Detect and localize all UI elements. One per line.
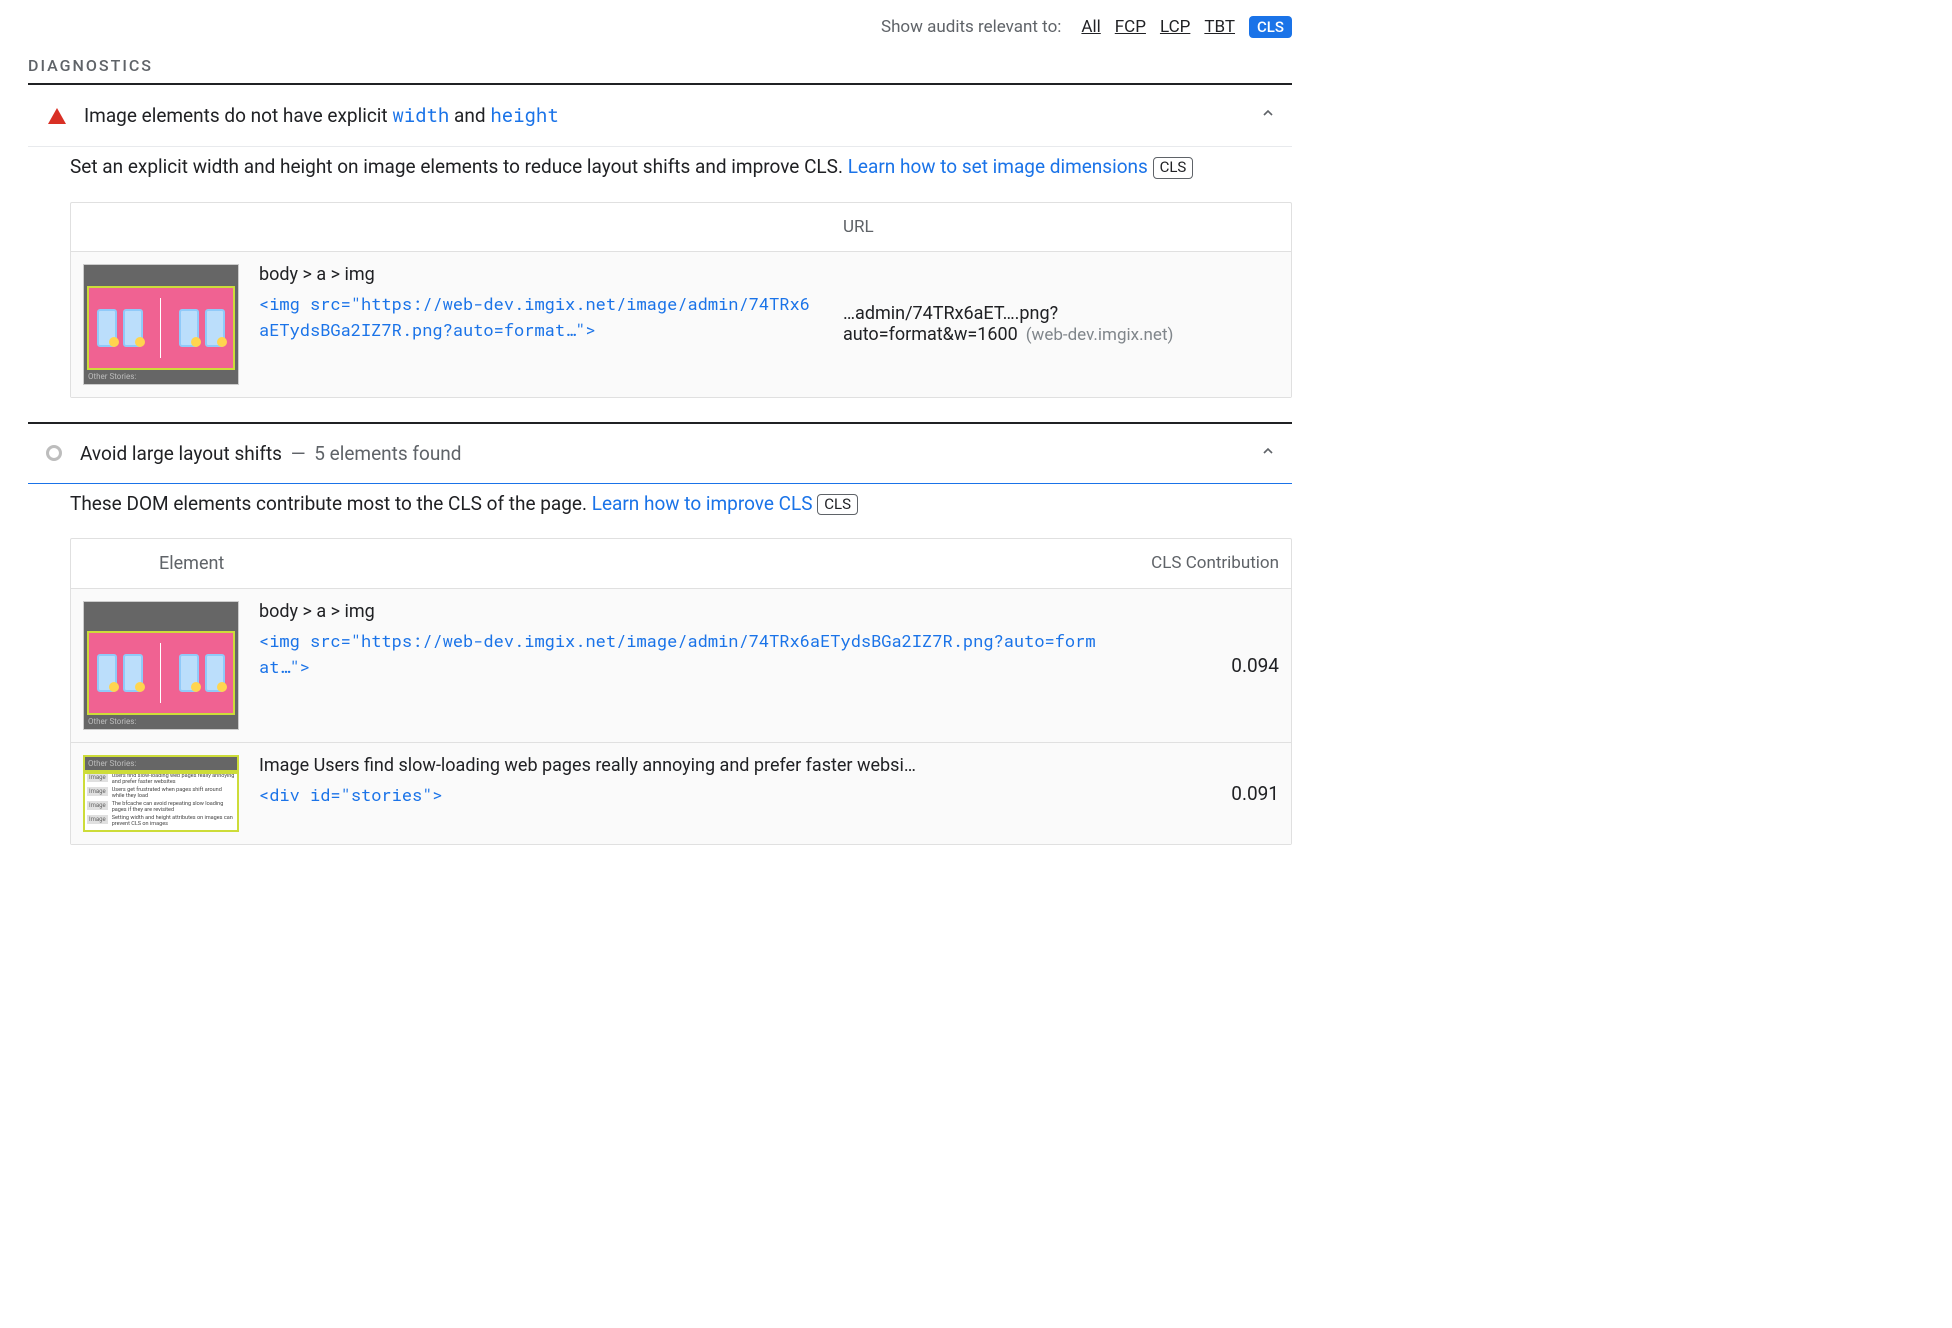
cls-value: 0.094: [1111, 589, 1291, 742]
audit-header-image-dimensions[interactable]: Image elements do not have explicit widt…: [28, 85, 1292, 146]
table-row: Other Stories: body > a > img <img src="…: [71, 588, 1291, 742]
diagnostics-heading: DIAGNOSTICS: [28, 56, 1292, 83]
audit-title-text: Avoid large layout shifts: [80, 442, 282, 465]
column-url: URL: [831, 203, 1291, 251]
element-thumbnail: Other Stories: ImageUsers find slow-load…: [83, 755, 239, 832]
element-thumbnail: Other Stories:: [83, 601, 239, 730]
table-row: Other Stories: body > a > img <img src="…: [71, 251, 1291, 397]
thumb-caption: Other Stories:: [84, 369, 238, 384]
filter-all[interactable]: All: [1081, 17, 1100, 37]
chevron-up-icon: [1260, 443, 1276, 464]
column-cls-contribution: CLS Contribution: [1111, 539, 1291, 588]
column-element: Element: [159, 553, 224, 574]
element-snippet: <img src="https://web-dev.imgix.net/imag…: [259, 291, 819, 344]
filter-cls[interactable]: CLS: [1249, 16, 1292, 38]
table-header: URL: [71, 203, 1291, 251]
element-snippet: <div id="stories">: [259, 782, 1099, 808]
url-host: (web-dev.imgix.net): [1026, 325, 1174, 345]
thumb-caption: Other Stories:: [84, 714, 238, 729]
filter-tbt[interactable]: TBT: [1204, 17, 1235, 37]
learn-link[interactable]: Learn how to set image dimensions: [848, 155, 1148, 178]
audit-table: Element CLS Contribution Other Stories:: [70, 538, 1292, 845]
filter-fcp[interactable]: FCP: [1115, 17, 1146, 37]
desc-text: These DOM elements contribute most to th…: [70, 492, 592, 515]
chevron-up-icon: [1260, 105, 1276, 126]
code-token-height: height: [490, 103, 558, 128]
cls-badge: CLS: [817, 494, 858, 516]
element-snippet: <img src="https://web-dev.imgix.net/imag…: [259, 628, 1099, 681]
audit-description: These DOM elements contribute most to th…: [70, 484, 1292, 539]
audit-title: Image elements do not have explicit widt…: [84, 103, 1242, 128]
audit-header-layout-shifts[interactable]: Avoid large layout shifts — 5 elements f…: [28, 424, 1292, 483]
audit-title: Avoid large layout shifts — 5 elements f…: [80, 442, 1242, 465]
filter-lcp[interactable]: LCP: [1160, 17, 1190, 37]
audit-body: These DOM elements contribute most to th…: [28, 484, 1292, 870]
element-thumbnail: Other Stories:: [83, 264, 239, 385]
thumb-caption: Other Stories:: [84, 756, 238, 771]
audit-table: URL Other Stories: body > a > i: [70, 202, 1292, 398]
element-path: Image Users find slow-loading web pages …: [259, 755, 1099, 776]
audit-count: 5 elements found: [314, 442, 461, 465]
element-path: body > a > img: [259, 264, 819, 285]
warning-triangle-icon: [48, 108, 66, 124]
dash: —: [287, 442, 310, 465]
audit-description: Set an explicit width and height on imag…: [70, 147, 1292, 202]
table-header: Element CLS Contribution: [71, 539, 1291, 588]
audit-body: Set an explicit width and height on imag…: [28, 147, 1292, 422]
filter-label: Show audits relevant to:: [881, 17, 1061, 37]
code-token-width: width: [392, 103, 449, 128]
desc-text: Set an explicit width and height on imag…: [70, 155, 848, 178]
audit-title-text: Image elements do not have explicit: [84, 104, 392, 127]
filter-bar: Show audits relevant to: All FCP LCP TBT…: [28, 10, 1292, 56]
element-path: body > a > img: [259, 601, 1099, 622]
learn-link[interactable]: Learn how to improve CLS: [592, 492, 813, 515]
cls-value: 0.091: [1111, 743, 1291, 844]
neutral-circle-icon: [46, 445, 62, 461]
cls-badge: CLS: [1153, 157, 1194, 179]
table-row: Other Stories: ImageUsers find slow-load…: [71, 742, 1291, 844]
audit-title-mid: and: [449, 104, 490, 127]
